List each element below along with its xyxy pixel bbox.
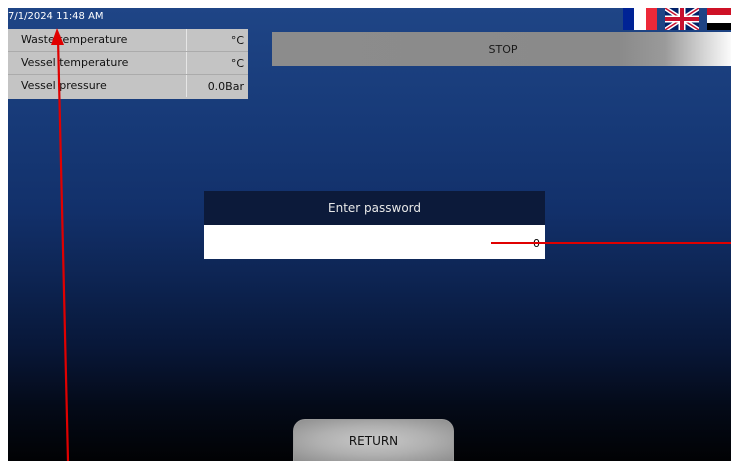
uk-flag-icon[interactable] [665,8,699,30]
reading-label: Waste temperature [21,33,128,46]
reading-value: 0.0Bar [186,75,248,97]
egypt-flag-icon[interactable] [707,8,731,30]
datetime-display: 7/1/2024 11:48 AM [8,11,104,22]
password-input[interactable] [204,225,545,259]
reading-row-vessel-pressure: Vessel pressure 0.0Bar [8,75,248,97]
reading-row-vessel-temperature: Vessel temperature °C [8,52,248,75]
french-flag-icon[interactable] [623,8,657,30]
stop-button[interactable]: STOP [272,32,731,66]
reading-value: °C [186,29,248,51]
reading-row-waste-temperature: Waste temperature °C [8,29,248,52]
return-button[interactable]: RETURN [293,419,454,461]
password-dialog-title: Enter password [204,191,545,225]
password-dialog: Enter password [204,191,545,259]
reading-label: Vessel temperature [21,56,129,69]
language-selector [615,8,731,30]
reading-label: Vessel pressure [21,79,107,92]
reading-value: °C [186,52,248,74]
readings-panel: Waste temperature °C Vessel temperature … [8,29,248,99]
hmi-screen: 7/1/2024 11:48 AM Waste temperature °C V… [8,8,731,461]
